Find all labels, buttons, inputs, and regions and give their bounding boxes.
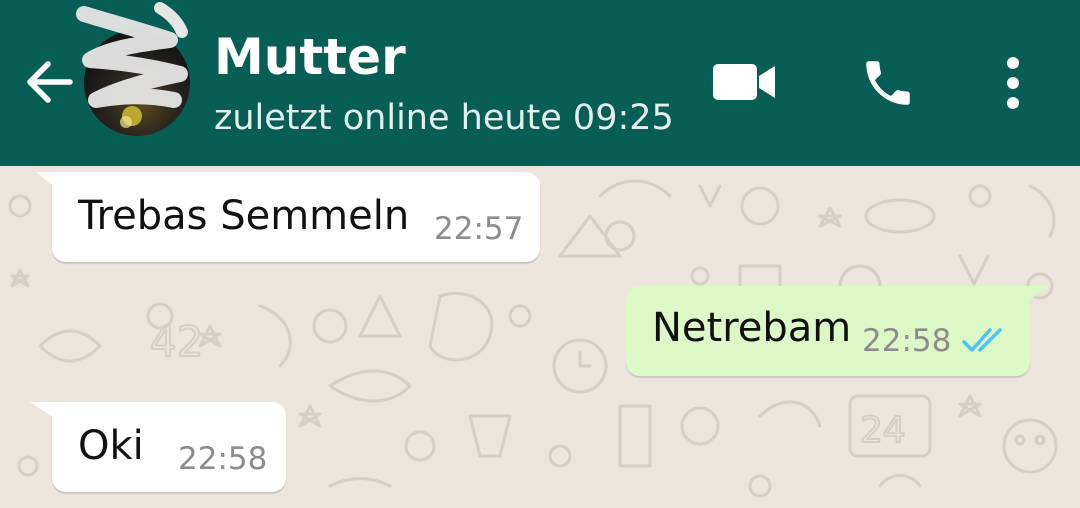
svg-text:24: 24 [860, 410, 906, 451]
message-time: 22:57 [434, 211, 524, 247]
video-call-button[interactable] [706, 52, 782, 112]
message-list[interactable]: 42 24 Trebas Semmeln 22:57 Netrebam 22:5… [0, 166, 1080, 508]
message-time: 22:58 [862, 323, 952, 359]
arrow-back-icon [27, 61, 73, 103]
more-options-button[interactable] [990, 48, 1036, 118]
phone-icon [866, 61, 910, 105]
message-bubble-incoming[interactable]: Trebas Semmeln 22:57 [52, 172, 540, 262]
voice-call-button[interactable] [850, 48, 926, 118]
chat-header: Mutter zuletzt online heute 09:25 [0, 0, 1080, 166]
message-time: 22:58 [178, 441, 268, 477]
more-vertical-icon [1007, 57, 1019, 109]
message-bubble-outgoing[interactable]: Netrebam 22:58 [626, 286, 1030, 376]
message-bubble-incoming[interactable]: Oki 22:58 [52, 402, 286, 492]
message-text: Oki [78, 423, 144, 469]
contact-name[interactable]: Mutter [214, 28, 406, 86]
back-button[interactable] [18, 52, 78, 112]
scribble-overlay [76, 2, 188, 108]
double-check-icon [962, 328, 1002, 352]
message-text: Trebas Semmeln [78, 193, 410, 239]
last-seen-status: zuletzt online heute 09:25 [214, 98, 674, 138]
chat-screen: Mutter zuletzt online heute 09:25 42 24 … [0, 0, 1080, 508]
video-call-icon [713, 64, 775, 100]
svg-text:42: 42 [150, 317, 203, 366]
message-text: Netrebam [652, 305, 852, 351]
